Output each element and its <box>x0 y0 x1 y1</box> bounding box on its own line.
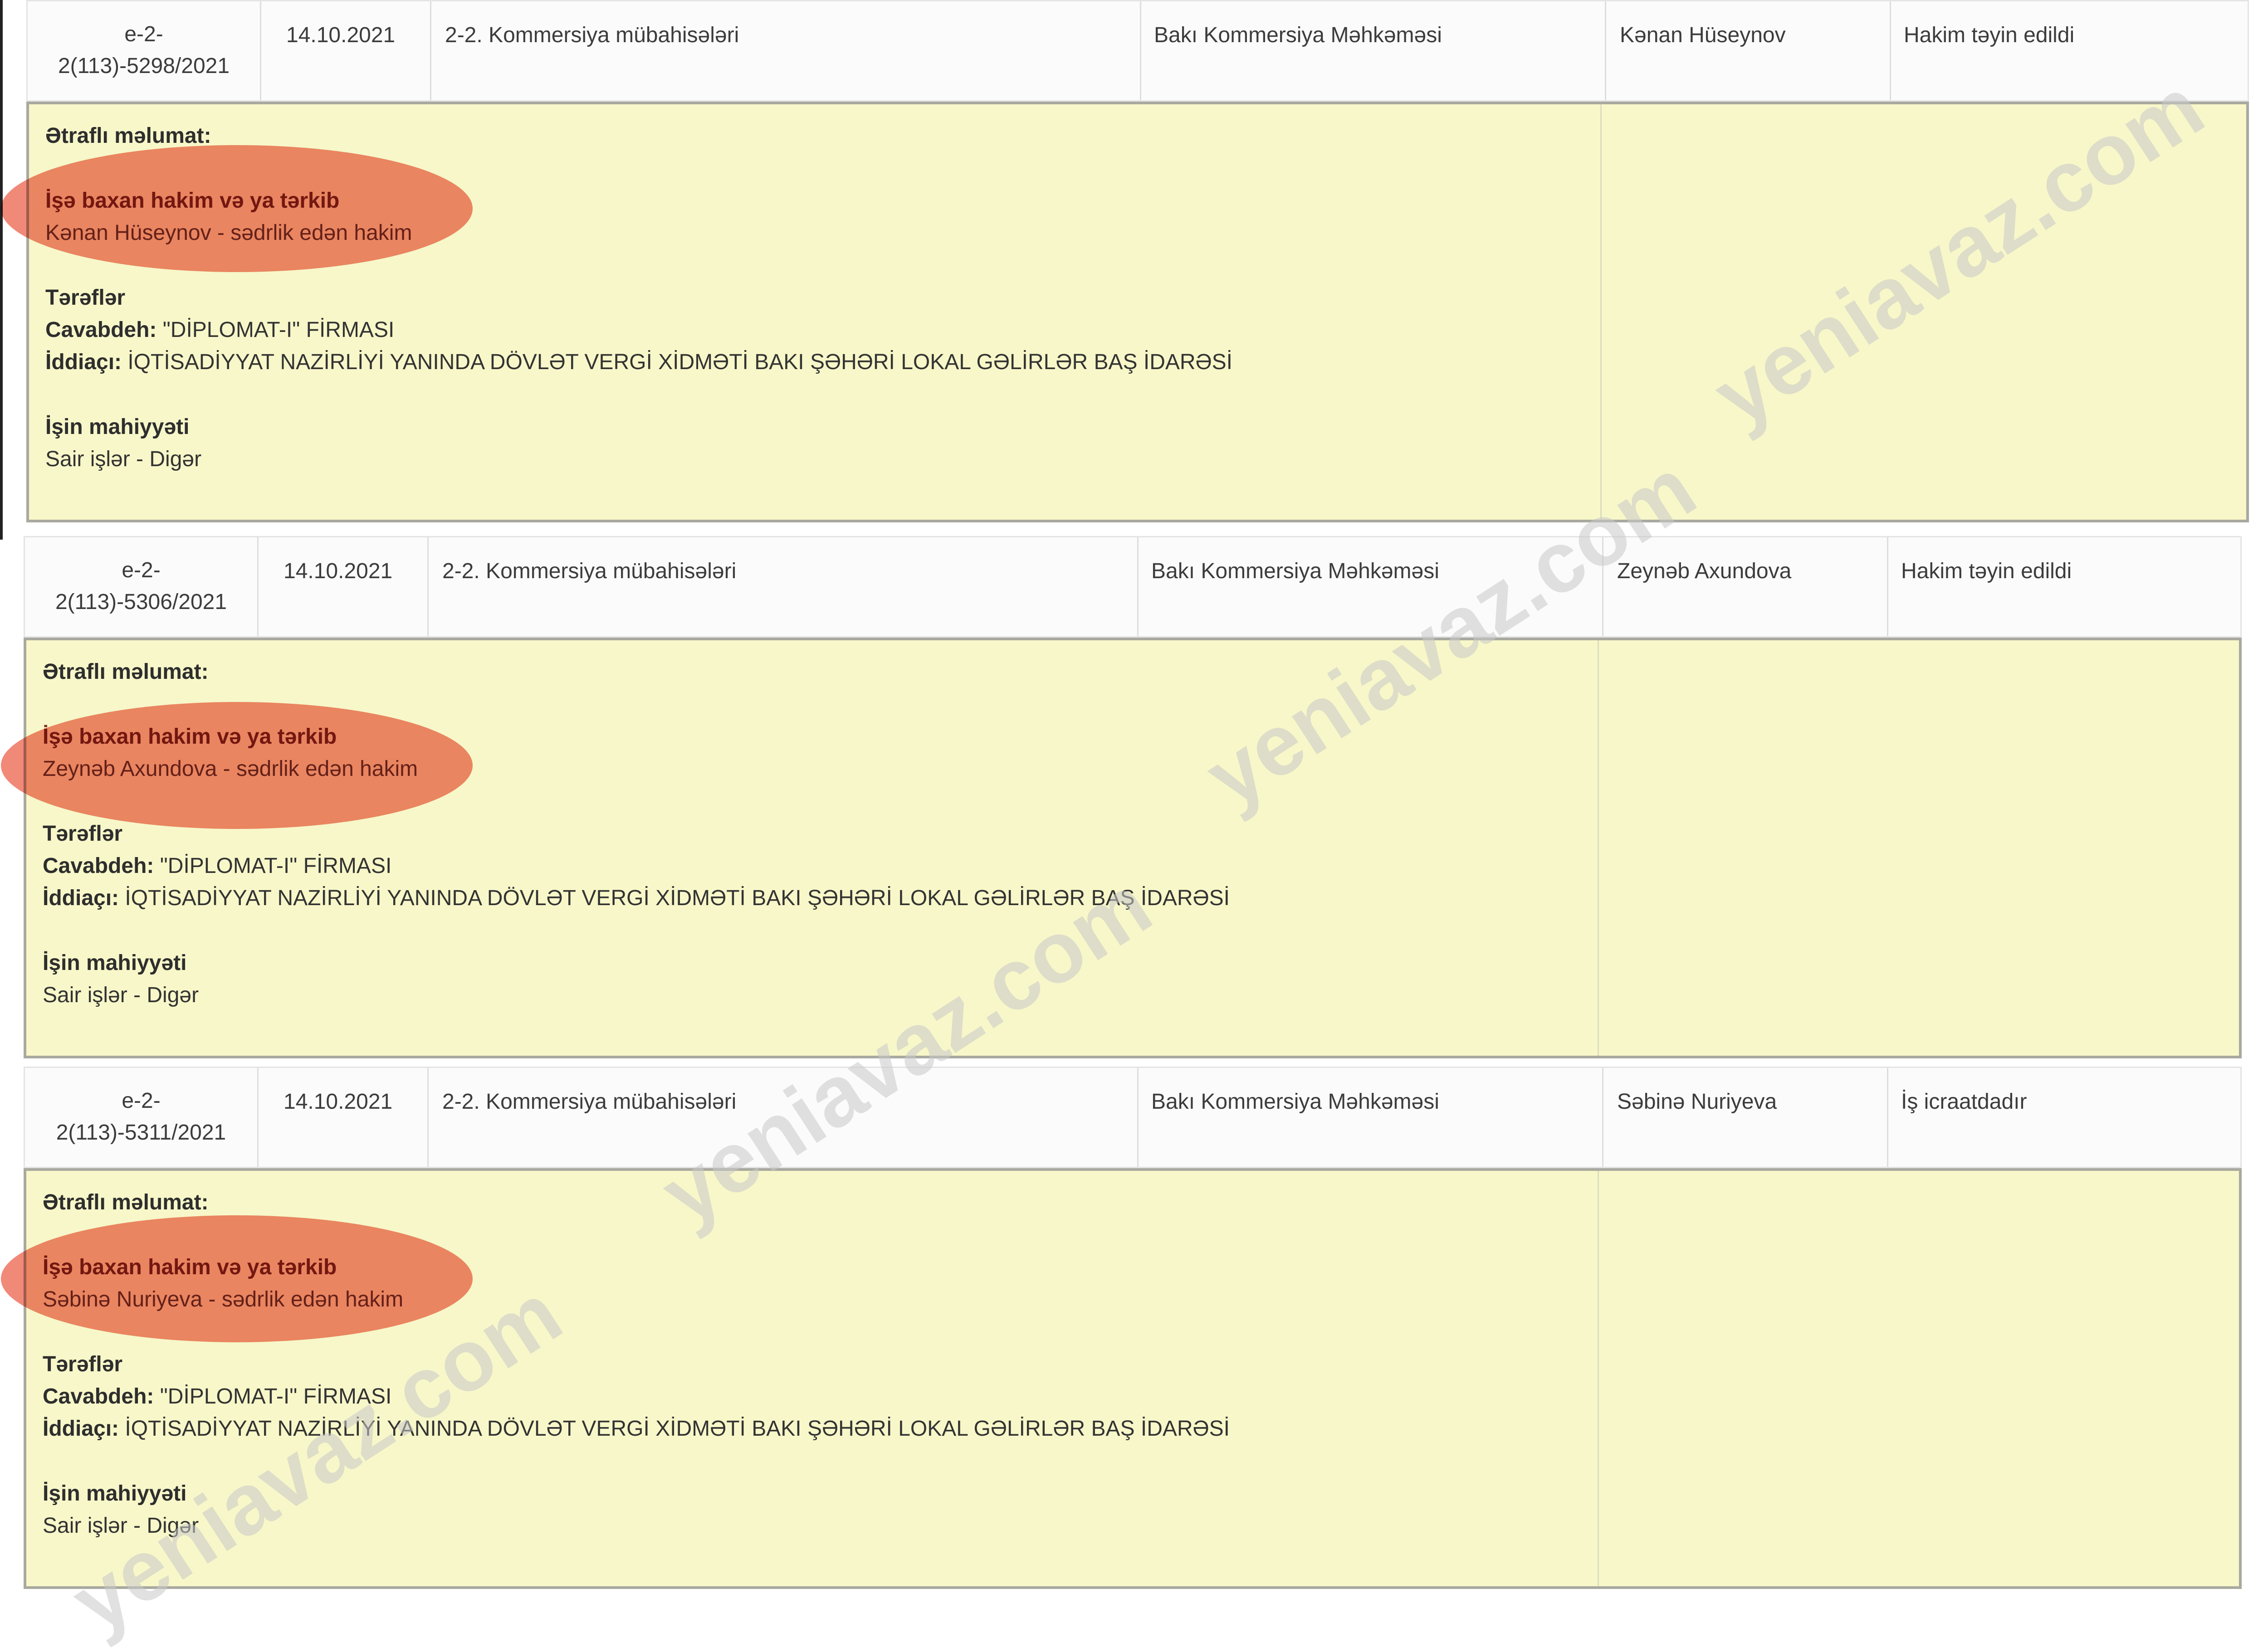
judge-highlight-ellipse <box>1 1215 473 1342</box>
plaintiff-label: İddiaçı: <box>43 1417 119 1441</box>
nature-label: İşin mahiyyəti <box>45 415 190 439</box>
case-judge: Kənan Hüseynov <box>1606 1 1891 100</box>
case-judge: Səbinə Nuriyeva <box>1603 1068 1888 1167</box>
defendant-value: "DİPLOMAT-I" FİRMASI <box>162 318 395 342</box>
defendant-line: Cavabdeh: "DİPLOMAT-I" FİRMASI <box>43 1380 1585 1413</box>
case-status: Hakim təyin edildi <box>1904 23 2075 47</box>
plaintiff-value: İQTİSADİYYAT NAZİRLİYİ YANINDA DÖVLƏT VE… <box>127 350 1232 374</box>
defendant-value: "DİPLOMAT-I" FİRMASI <box>160 854 392 878</box>
case-court: Bakı Kommersiya Məhkəməsi <box>1141 1 1606 100</box>
case-number: 2(113)-5311/2021 <box>56 1121 226 1145</box>
case-status: Hakim təyin edildi <box>1901 559 2072 583</box>
judge-highlight-ellipse <box>1 702 473 829</box>
parties-label: Tərəflər <box>45 286 126 310</box>
plaintiff-label: İddiaçı: <box>43 886 119 910</box>
case-summary-row[interactable]: e-2- 2(113)-5306/2021 14.10.2021 2-2. Ko… <box>24 536 2242 638</box>
details-title: Ətraflı məlumat: <box>43 1190 209 1214</box>
case-number-cell: e-2- 2(113)-5311/2021 <box>25 1068 259 1167</box>
column-divider <box>1598 640 1599 1056</box>
nature-label: İşin mahiyyəti <box>43 951 187 975</box>
case-date: 14.10.2021 <box>259 1068 429 1167</box>
case-summary-row[interactable]: e-2- 2(113)-5311/2021 14.10.2021 2-2. Ko… <box>24 1067 2242 1168</box>
defendant-label: Cavabdeh: <box>45 318 157 342</box>
case-date: 14.10.2021 <box>261 1 431 100</box>
case-court: Bakı Kommersiya Məhkəməsi <box>1139 1068 1603 1167</box>
defendant-label: Cavabdeh: <box>43 854 154 878</box>
plaintiff-label: İddiaçı: <box>45 350 122 374</box>
column-divider <box>1598 1171 1599 1586</box>
case-number-prefix: e-2- <box>124 22 163 46</box>
case-number-prefix: e-2- <box>122 558 161 582</box>
plaintiff-line: İddiaçı: İQTİSADİYYAT NAZİRLİYİ YANINDA … <box>43 882 1585 914</box>
plaintiff-line: İddiaçı: İQTİSADİYYAT NAZİRLİYİ YANINDA … <box>45 346 1588 378</box>
case-number-cell: e-2- 2(113)-5298/2021 <box>28 1 261 100</box>
defendant-line: Cavabdeh: "DİPLOMAT-I" FİRMASI <box>45 314 1588 346</box>
case-status: İş icraatdadır <box>1901 1090 2027 1114</box>
case-number-prefix: e-2- <box>122 1089 161 1113</box>
case-number: 2(113)-5306/2021 <box>55 590 227 614</box>
column-divider <box>1600 104 1602 520</box>
judge-highlight-ellipse <box>1 145 473 272</box>
defendant-line: Cavabdeh: "DİPLOMAT-I" FİRMASI <box>43 850 1585 882</box>
parties-label: Tərəflər <box>43 1352 123 1376</box>
case-number: 2(113)-5298/2021 <box>58 54 230 78</box>
nature-value: Sair işlər - Digər <box>43 983 199 1007</box>
case-category: 2-2. Kommersiya mübahisələri <box>429 537 1139 636</box>
case-summary-row[interactable]: e-2- 2(113)-5298/2021 14.10.2021 2-2. Ko… <box>26 0 2249 102</box>
case-date: 14.10.2021 <box>259 537 429 636</box>
case-number-cell: e-2- 2(113)-5306/2021 <box>25 537 259 636</box>
case-details-panel: Ətraflı məlumat: İşə baxan hakim və ya t… <box>24 638 2242 1058</box>
nature-value: Sair işlər - Digər <box>45 447 202 471</box>
page-left-edge <box>0 0 3 540</box>
case-category: 2-2. Kommersiya mübahisələri <box>431 1 1141 100</box>
defendant-label: Cavabdeh: <box>43 1384 154 1408</box>
